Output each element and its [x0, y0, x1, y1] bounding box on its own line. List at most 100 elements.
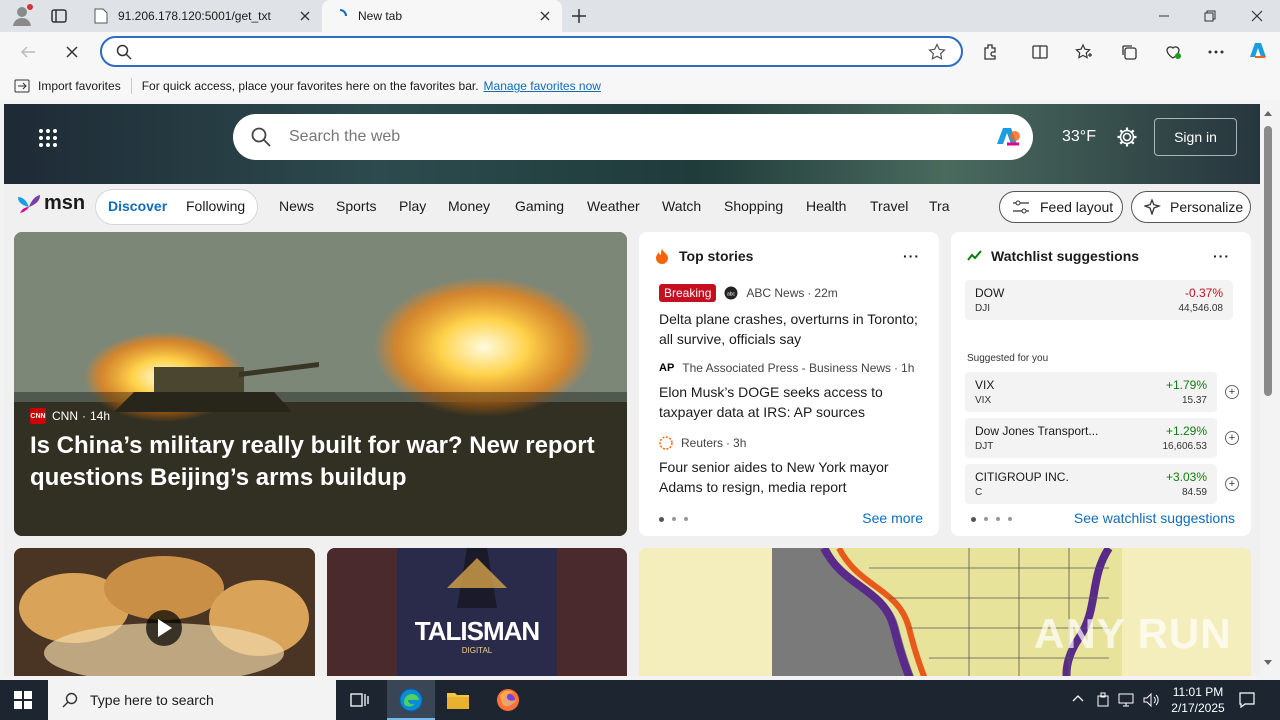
- watchlist-row-djt[interactable]: Dow Jones Transport... DJT +1.29% 16,606…: [965, 418, 1239, 458]
- see-more-link[interactable]: See more: [862, 510, 923, 526]
- copilot-search-icon[interactable]: [993, 124, 1023, 150]
- talisman-sub-text: DIGITAL: [461, 646, 493, 655]
- nav-weather[interactable]: Weather: [587, 198, 640, 214]
- scroll-up-icon[interactable]: [1264, 110, 1272, 116]
- notifications-icon[interactable]: [1238, 691, 1256, 709]
- sliders-icon: [1013, 200, 1029, 214]
- more-options-icon[interactable]: ···: [1213, 248, 1230, 264]
- scroll-down-icon[interactable]: [1264, 660, 1272, 666]
- story-3-title[interactable]: Four senior aides to New York mayor Adam…: [659, 457, 927, 497]
- web-search-box[interactable]: Search the web: [233, 114, 1033, 160]
- msn-logo[interactable]: msn: [16, 192, 85, 215]
- clock-time: 11:01 PM: [1172, 685, 1224, 699]
- show-hidden-icons-chevron[interactable]: [1072, 694, 1084, 702]
- split-screen-icon[interactable]: [1028, 40, 1052, 64]
- close-window-button[interactable]: [1234, 0, 1280, 32]
- stock-symbol: DJT: [975, 441, 994, 452]
- nav-gaming[interactable]: Gaming: [515, 198, 564, 214]
- tab-get-txt[interactable]: 91.206.178.120:5001/get_txt: [84, 0, 322, 32]
- toolbar: [0, 32, 1280, 72]
- flame-icon: [655, 248, 669, 264]
- favorites-icon[interactable]: [1072, 40, 1096, 64]
- minimize-button[interactable]: [1141, 0, 1187, 32]
- nav-shopping[interactable]: Shopping: [724, 198, 783, 214]
- svg-text:abc: abc: [727, 292, 736, 298]
- extensions-icon[interactable]: [979, 40, 1003, 64]
- nav-travel[interactable]: Travel: [870, 198, 908, 214]
- settings-gear-icon[interactable]: [1116, 126, 1138, 148]
- clock[interactable]: 11:01 PM 2/17/2025: [1168, 684, 1228, 716]
- new-tab-icon[interactable]: [570, 7, 588, 25]
- nav-news[interactable]: News: [279, 198, 314, 214]
- sign-in-button[interactable]: Sign in: [1154, 118, 1237, 156]
- weather-temperature[interactable]: 33°F: [1062, 128, 1096, 146]
- watchlist-row-dow[interactable]: DOW DJI -0.37% 44,546.08: [965, 280, 1233, 320]
- msn-butterfly-icon: [18, 194, 40, 213]
- tab-actions-icon[interactable]: [50, 8, 68, 24]
- story-2-title[interactable]: Elon Musk’s DOGE seeks access to taxpaye…: [659, 382, 927, 422]
- breaking-badge: Breaking: [659, 284, 717, 302]
- nav-sports[interactable]: Sports: [336, 198, 376, 214]
- taskbar-search-input[interactable]: Type here to search: [90, 692, 214, 708]
- network-icon[interactable]: [1118, 692, 1134, 708]
- security-shield-icon[interactable]: [1096, 692, 1110, 708]
- search-icon: [116, 44, 132, 60]
- watchlist-row-citi[interactable]: CITIGROUP INC. C +3.03% 84.59 +: [965, 464, 1239, 504]
- task-view-icon[interactable]: [350, 691, 370, 709]
- manage-favorites-link[interactable]: Manage favorites now: [484, 79, 601, 93]
- firefox-icon[interactable]: [496, 688, 520, 712]
- tab-discover[interactable]: Discover: [108, 198, 167, 214]
- story-age: 1h: [901, 361, 915, 375]
- tab-following[interactable]: Following: [186, 198, 245, 214]
- collections-icon[interactable]: [1117, 40, 1141, 64]
- app-launcher-icon[interactable]: [38, 128, 58, 148]
- add-to-watchlist-icon[interactable]: +: [1225, 477, 1239, 491]
- web-search-input[interactable]: Search the web: [289, 128, 400, 146]
- restore-button[interactable]: [1187, 0, 1233, 32]
- browser-essentials-icon[interactable]: [1161, 40, 1185, 64]
- add-to-watchlist-icon[interactable]: +: [1225, 431, 1239, 445]
- watermark-text: ANY RUN: [1034, 610, 1232, 657]
- nav-traffic[interactable]: Tra: [929, 198, 951, 214]
- more-options-icon[interactable]: [1204, 40, 1228, 64]
- weather-map-tile[interactable]: ANY RUN: [639, 548, 1251, 676]
- feed-layout-button[interactable]: Feed layout: [999, 191, 1123, 223]
- hero-age: 14h: [90, 409, 111, 423]
- tab-new-tab[interactable]: New tab: [322, 0, 562, 32]
- story-1-title[interactable]: Delta plane crashes, overturns in Toront…: [659, 309, 927, 349]
- nav-health[interactable]: Health: [806, 198, 846, 214]
- file-explorer-icon[interactable]: [446, 689, 470, 711]
- nav-watch[interactable]: Watch: [662, 198, 701, 214]
- stock-value: 84.59: [1181, 487, 1207, 498]
- personalize-button[interactable]: Personalize: [1131, 191, 1251, 223]
- volume-icon[interactable]: [1142, 692, 1160, 708]
- nav-play[interactable]: Play: [399, 198, 426, 214]
- carousel-dots[interactable]: [971, 517, 1012, 522]
- close-tab-icon[interactable]: [538, 9, 552, 23]
- add-to-watchlist-icon[interactable]: +: [1225, 385, 1239, 399]
- stop-icon[interactable]: [60, 40, 84, 64]
- taskbar-search-box[interactable]: Type here to search: [48, 680, 336, 720]
- more-options-icon[interactable]: ···: [903, 248, 920, 264]
- hero-title[interactable]: Is China’s military really built for war…: [30, 430, 600, 494]
- watchlist-row-vix[interactable]: VIX VIX +1.79% 15.37 +: [965, 372, 1239, 412]
- edge-taskbar-button[interactable]: [387, 680, 435, 720]
- scrollbar-thumb[interactable]: [1264, 126, 1272, 396]
- food-image: [14, 548, 315, 676]
- nav-money[interactable]: Money: [448, 198, 490, 214]
- carousel-dots[interactable]: [659, 517, 688, 522]
- profile-icon[interactable]: [10, 4, 34, 28]
- close-tab-icon[interactable]: [298, 9, 312, 23]
- import-favorites-button[interactable]: Import favorites: [38, 79, 121, 93]
- video-tile-food[interactable]: [14, 548, 315, 676]
- back-icon[interactable]: [16, 40, 40, 64]
- tab-title: New tab: [358, 9, 403, 23]
- windows-start-icon[interactable]: [14, 691, 32, 709]
- hero-article-card[interactable]: CNN CNN · 14h Is China’s military really…: [14, 232, 627, 536]
- vertical-scrollbar[interactable]: [1260, 104, 1276, 676]
- copilot-icon[interactable]: [1245, 38, 1271, 64]
- game-tile-talisman[interactable]: TALISMAN DIGITAL: [327, 548, 627, 676]
- address-bar[interactable]: [100, 36, 963, 67]
- see-watchlist-link[interactable]: See watchlist suggestions: [1074, 510, 1235, 526]
- favorite-star-icon[interactable]: [928, 43, 946, 61]
